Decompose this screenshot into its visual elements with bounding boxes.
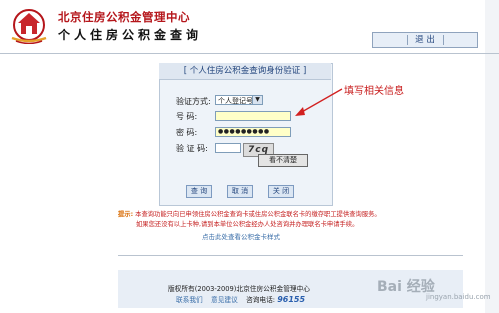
contact-link[interactable]: 联系我们 <box>176 296 203 304</box>
header-divider <box>0 53 499 54</box>
cancel-button[interactable]: 取 消 <box>227 185 253 198</box>
header-tab-bar: 退 出 <box>372 32 478 48</box>
tip-label: 提示: <box>118 211 134 218</box>
captcha-input[interactable] <box>215 143 241 153</box>
method-select-value: 个人登记号 <box>218 97 253 105</box>
annotation-arrow-icon <box>295 88 343 116</box>
system-name: 个人住房公积金查询 <box>58 28 203 42</box>
number-label: 号 码: <box>176 112 198 121</box>
method-label: 验证方式: <box>176 97 211 106</box>
tip-line-2: 如果您还没有以上卡种,请到本单位公积金经办人处咨询并办理联名卡申请手续。 <box>136 221 359 228</box>
feedback-link[interactable]: 意见建议 <box>211 296 238 304</box>
close-button[interactable]: 关 闭 <box>268 185 294 198</box>
window-edge <box>485 0 499 313</box>
query-button[interactable]: 查 询 <box>186 185 212 198</box>
card-style-link[interactable]: 点击此处查看公积金卡样式 <box>202 231 280 241</box>
tab-separator <box>443 35 444 45</box>
logo-icon <box>11 9 47 44</box>
tip-block: 提示: 本查询功能只向已申领住房公积金查询卡或住房公积金联名卡的缴存职工提供查询… <box>118 210 433 230</box>
watermark-url: jingyan.baidu.com <box>426 293 491 301</box>
captcha-label: 验 证 码: <box>176 144 208 153</box>
method-select[interactable]: 个人登记号 ▼ <box>215 95 263 105</box>
copyright-text: 版权所有(2003-2009)北京住房公积金管理中心 <box>168 285 310 293</box>
chevron-down-icon[interactable]: ▼ <box>252 96 262 104</box>
password-input[interactable]: ●●●●●●●●● <box>215 127 291 137</box>
hotline-label: 咨询电话: <box>246 296 276 304</box>
tip-line-1: 本查询功能只向已申领住房公积金查询卡或住房公积金联名卡的缴存职工提供查询服务。 <box>135 211 381 218</box>
refresh-captcha-button[interactable]: 看不清楚 <box>258 154 308 167</box>
number-input[interactable] <box>215 111 291 121</box>
verify-panel-title: [ 个人住房公积金查询身份验证 ] <box>183 66 307 76</box>
password-label: 密 码: <box>176 128 198 137</box>
hotline-number: 96155 <box>277 295 306 304</box>
annotation-text: 填写相关信息 <box>344 86 404 97</box>
verify-panel-header: [ 个人住房公积金查询身份验证 ] <box>159 63 331 80</box>
org-name: 北京住房公积金管理中心 <box>58 10 190 24</box>
logout-link[interactable]: 退 出 <box>373 33 477 47</box>
footer-links: 联系我们 意见建议 咨询电话: 96155 <box>176 294 305 304</box>
footer-divider <box>118 255 463 256</box>
